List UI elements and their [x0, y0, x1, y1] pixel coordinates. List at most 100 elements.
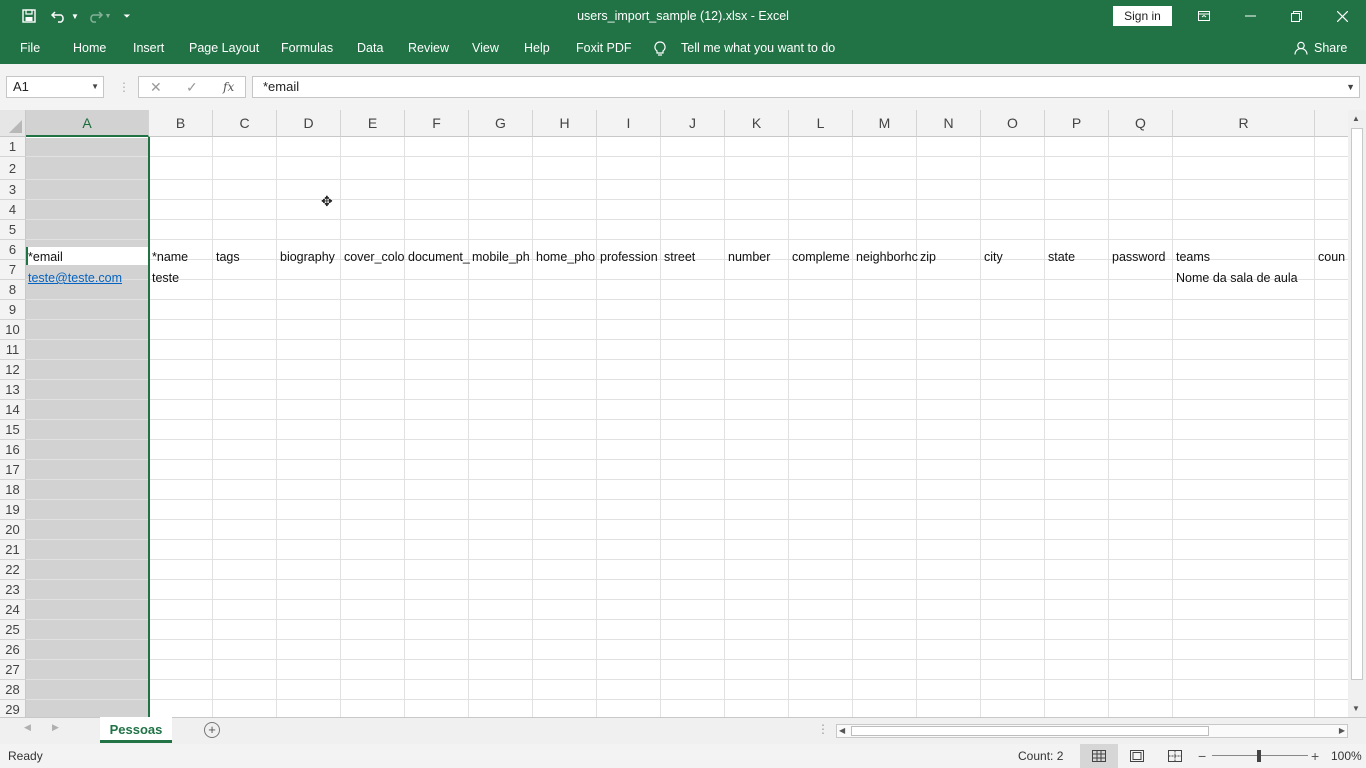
vertical-scroll-thumb[interactable]: [1351, 128, 1363, 680]
row-header-1[interactable]: 1: [0, 137, 26, 157]
row-header-20[interactable]: 20: [0, 520, 26, 540]
row-header-12[interactable]: 12: [0, 360, 26, 380]
customize-toolbar-icon[interactable]: ⏷: [120, 0, 134, 32]
column-header-q[interactable]: Q: [1109, 110, 1173, 137]
row-header-22[interactable]: 22: [0, 560, 26, 580]
scroll-left-icon[interactable]: ◀: [839, 726, 845, 735]
row-header-11[interactable]: 11: [0, 340, 26, 360]
tab-foxit-pdf[interactable]: Foxit PDF: [576, 32, 632, 64]
cell-M1[interactable]: neighborhc: [854, 247, 918, 267]
cell-Q1[interactable]: password: [1110, 247, 1174, 267]
column-header-m[interactable]: M: [853, 110, 917, 137]
row-header-21[interactable]: 21: [0, 540, 26, 560]
row-header-17[interactable]: 17: [0, 460, 26, 480]
prev-sheet-icon[interactable]: ◀: [24, 722, 31, 733]
zoom-slider-thumb[interactable]: [1257, 750, 1261, 762]
cancel-icon[interactable]: ✕: [150, 77, 162, 97]
row-header-6[interactable]: 6: [0, 240, 26, 260]
row-header-29[interactable]: 29: [0, 700, 26, 717]
tab-review[interactable]: Review: [408, 32, 449, 64]
column-header-b[interactable]: B: [149, 110, 213, 137]
cell-K1[interactable]: number: [726, 247, 790, 267]
column-header-h[interactable]: H: [533, 110, 597, 137]
column-header-e[interactable]: E: [341, 110, 405, 137]
column-header-k[interactable]: K: [725, 110, 789, 137]
tab-help[interactable]: Help: [524, 32, 550, 64]
horizontal-scrollbar[interactable]: ◀ ▶: [836, 724, 1348, 738]
cell-P1[interactable]: state: [1046, 247, 1110, 267]
row-header-15[interactable]: 15: [0, 420, 26, 440]
cell-R1[interactable]: teams: [1174, 247, 1316, 267]
cell-B2[interactable]: teste: [150, 267, 214, 290]
row-header-9[interactable]: 9: [0, 300, 26, 320]
page-break-preview-icon[interactable]: [1156, 744, 1194, 768]
tell-me-search[interactable]: Tell me what you want to do: [681, 32, 835, 64]
cell-N1[interactable]: zip: [918, 247, 982, 267]
scroll-up-icon[interactable]: ▲: [1352, 114, 1360, 123]
sheet-tab-pessoas[interactable]: Pessoas: [100, 717, 172, 743]
name-box[interactable]: A1 ▼: [6, 76, 104, 98]
zoom-out-icon[interactable]: −: [1198, 744, 1206, 768]
cell-G1[interactable]: mobile_ph: [470, 247, 534, 267]
tab-data[interactable]: Data: [357, 32, 383, 64]
undo-icon[interactable]: [48, 0, 70, 32]
column-header-o[interactable]: O: [981, 110, 1045, 137]
column-header-partial[interactable]: [1315, 110, 1348, 137]
tab-formulas[interactable]: Formulas: [281, 32, 333, 64]
column-header-j[interactable]: J: [661, 110, 725, 137]
cell-B1[interactable]: *name: [150, 247, 214, 267]
cell-S1[interactable]: coun: [1316, 247, 1348, 267]
enter-icon[interactable]: ✓: [186, 77, 198, 97]
scroll-down-icon[interactable]: ▼: [1352, 704, 1360, 713]
column-header-g[interactable]: G: [469, 110, 533, 137]
row-header-14[interactable]: 14: [0, 400, 26, 420]
row-header-5[interactable]: 5: [0, 220, 26, 240]
cell-O1[interactable]: city: [982, 247, 1046, 267]
tab-file[interactable]: File: [20, 32, 40, 64]
cell-E1[interactable]: cover_colo: [342, 247, 406, 267]
close-icon[interactable]: [1319, 0, 1365, 32]
row-header-10[interactable]: 10: [0, 320, 26, 340]
row-header-27[interactable]: 27: [0, 660, 26, 680]
save-icon[interactable]: [18, 0, 40, 32]
redo-dropdown-icon[interactable]: ▼: [104, 0, 112, 32]
row-header-19[interactable]: 19: [0, 500, 26, 520]
column-header-n[interactable]: N: [917, 110, 981, 137]
row-header-25[interactable]: 25: [0, 620, 26, 640]
column-header-i[interactable]: I: [597, 110, 661, 137]
minimize-icon[interactable]: [1227, 0, 1273, 32]
worksheet-grid[interactable]: ABCDEFGHIJKLMNOPQR 1 2 3 4 5 6 7 8 9 10 11 12 13 14 15…: [0, 110, 1348, 717]
formula-input[interactable]: *email ▼: [252, 76, 1360, 98]
cell-C1[interactable]: tags: [214, 247, 278, 267]
row-header-13[interactable]: 13: [0, 380, 26, 400]
cell-A2[interactable]: teste@teste.com: [26, 267, 149, 290]
share-button[interactable]: Share: [1294, 32, 1347, 64]
column-header-c[interactable]: C: [213, 110, 277, 137]
undo-dropdown-icon[interactable]: ▼: [70, 0, 80, 32]
row-header-7[interactable]: 7: [0, 260, 26, 280]
column-header-p[interactable]: P: [1045, 110, 1109, 137]
row-header-24[interactable]: 24: [0, 600, 26, 620]
restore-icon[interactable]: [1273, 0, 1319, 32]
sign-in-button[interactable]: Sign in: [1113, 6, 1172, 26]
cell-L1[interactable]: compleme: [790, 247, 854, 267]
row-header-2[interactable]: 2: [0, 157, 26, 180]
column-header-f[interactable]: F: [405, 110, 469, 137]
zoom-in-icon[interactable]: +: [1311, 744, 1319, 768]
zoom-level[interactable]: 100%: [1331, 744, 1362, 768]
row-header-18[interactable]: 18: [0, 480, 26, 500]
row-header-8[interactable]: 8: [0, 280, 26, 300]
cell-A1[interactable]: *email: [26, 247, 149, 267]
vertical-scrollbar[interactable]: ▲ ▼: [1348, 110, 1366, 717]
select-all-button[interactable]: [0, 110, 26, 137]
tab-split-grip-icon[interactable]: ⋮: [817, 722, 829, 736]
redo-icon[interactable]: [84, 0, 106, 32]
next-sheet-icon[interactable]: ▶: [52, 722, 59, 733]
normal-view-icon[interactable]: [1080, 744, 1118, 768]
row-header-23[interactable]: 23: [0, 580, 26, 600]
cell-H1[interactable]: home_pho: [534, 247, 598, 267]
row-header-3[interactable]: 3: [0, 180, 26, 200]
tab-home[interactable]: Home: [73, 32, 106, 64]
row-header-28[interactable]: 28: [0, 680, 26, 700]
cell-F1[interactable]: document_: [406, 247, 470, 267]
